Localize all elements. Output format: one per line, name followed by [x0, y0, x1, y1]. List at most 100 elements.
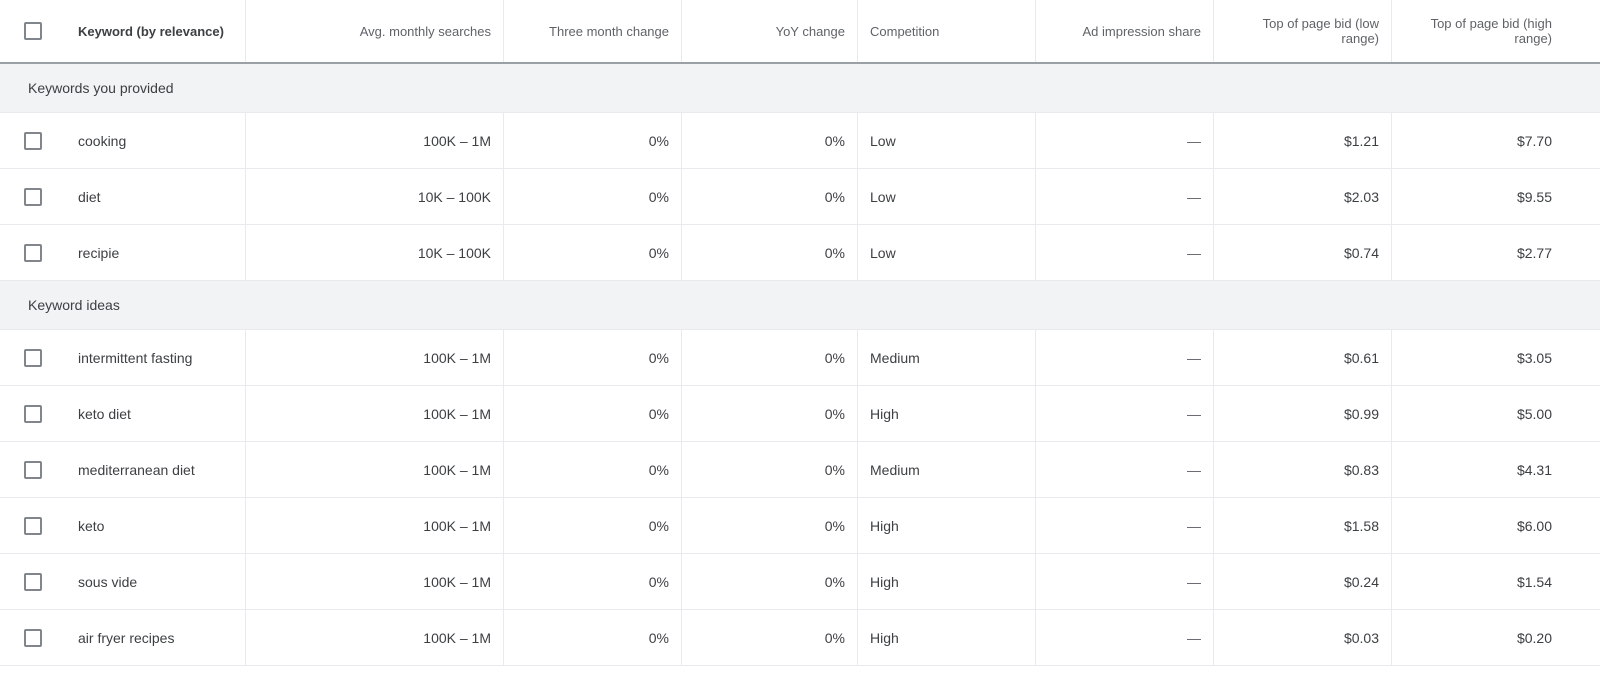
- cell-searches: 100K – 1M: [246, 498, 504, 553]
- cell-keyword: recipie: [66, 225, 246, 280]
- cell-impression: —: [1036, 386, 1214, 441]
- cell-searches: 100K – 1M: [246, 442, 504, 497]
- cell-impression: —: [1036, 610, 1214, 665]
- row-checkbox[interactable]: [24, 573, 42, 591]
- cell-bid-low: $1.58: [1214, 498, 1392, 553]
- select-all-checkbox[interactable]: [24, 22, 42, 40]
- cell-keyword: keto diet: [66, 386, 246, 441]
- column-header-impression[interactable]: Ad impression share: [1036, 0, 1214, 62]
- cell-competition: Low: [858, 113, 1036, 168]
- cell-yoy: 0%: [682, 498, 858, 553]
- column-header-bid-high[interactable]: Top of page bid (high range): [1392, 0, 1564, 62]
- row-checkbox-cell: [0, 386, 66, 441]
- cell-searches: 10K – 100K: [246, 169, 504, 224]
- cell-bid-low: $1.21: [1214, 113, 1392, 168]
- cell-competition: High: [858, 498, 1036, 553]
- table-row: diet10K – 100K0%0%Low—$2.03$9.55: [0, 169, 1600, 225]
- cell-competition: High: [858, 554, 1036, 609]
- cell-competition: Low: [858, 169, 1036, 224]
- cell-bid-low: $0.03: [1214, 610, 1392, 665]
- cell-bid-high: $5.00: [1392, 386, 1564, 441]
- cell-bid-high: $6.00: [1392, 498, 1564, 553]
- table-body: Keywords you providedcooking100K – 1M0%0…: [0, 64, 1600, 666]
- section-header: Keywords you provided: [0, 64, 1600, 113]
- cell-competition: High: [858, 386, 1036, 441]
- cell-bid-low: $0.24: [1214, 554, 1392, 609]
- cell-impression: —: [1036, 442, 1214, 497]
- cell-competition: Medium: [858, 330, 1036, 385]
- cell-yoy: 0%: [682, 554, 858, 609]
- cell-bid-low: $2.03: [1214, 169, 1392, 224]
- table-row: mediterranean diet100K – 1M0%0%Medium—$0…: [0, 442, 1600, 498]
- cell-three-month: 0%: [504, 498, 682, 553]
- row-checkbox-cell: [0, 498, 66, 553]
- table-row: cooking100K – 1M0%0%Low—$1.21$7.70: [0, 113, 1600, 169]
- cell-yoy: 0%: [682, 442, 858, 497]
- table-header-row: Keyword (by relevance) Avg. monthly sear…: [0, 0, 1600, 64]
- cell-bid-high: $7.70: [1392, 113, 1564, 168]
- cell-yoy: 0%: [682, 330, 858, 385]
- cell-bid-high: $4.31: [1392, 442, 1564, 497]
- column-header-searches[interactable]: Avg. monthly searches: [246, 0, 504, 62]
- keyword-table: Keyword (by relevance) Avg. monthly sear…: [0, 0, 1600, 666]
- cell-searches: 100K – 1M: [246, 610, 504, 665]
- cell-three-month: 0%: [504, 169, 682, 224]
- cell-keyword: air fryer recipes: [66, 610, 246, 665]
- row-checkbox-cell: [0, 330, 66, 385]
- cell-bid-low: $0.99: [1214, 386, 1392, 441]
- column-header-bid-low[interactable]: Top of page bid (low range): [1214, 0, 1392, 62]
- cell-three-month: 0%: [504, 386, 682, 441]
- cell-bid-low: $0.74: [1214, 225, 1392, 280]
- cell-searches: 100K – 1M: [246, 113, 504, 168]
- cell-bid-high: $1.54: [1392, 554, 1564, 609]
- cell-searches: 100K – 1M: [246, 330, 504, 385]
- cell-bid-high: $3.05: [1392, 330, 1564, 385]
- column-header-competition[interactable]: Competition: [858, 0, 1036, 62]
- table-row: intermittent fasting100K – 1M0%0%Medium—…: [0, 330, 1600, 386]
- row-checkbox-cell: [0, 554, 66, 609]
- cell-impression: —: [1036, 498, 1214, 553]
- cell-searches: 100K – 1M: [246, 386, 504, 441]
- cell-competition: Medium: [858, 442, 1036, 497]
- row-checkbox-cell: [0, 225, 66, 280]
- row-checkbox-cell: [0, 169, 66, 224]
- row-checkbox[interactable]: [24, 132, 42, 150]
- cell-bid-low: $0.61: [1214, 330, 1392, 385]
- row-checkbox[interactable]: [24, 188, 42, 206]
- row-checkbox-cell: [0, 610, 66, 665]
- cell-three-month: 0%: [504, 113, 682, 168]
- table-row: recipie10K – 100K0%0%Low—$0.74$2.77: [0, 225, 1600, 281]
- row-checkbox[interactable]: [24, 461, 42, 479]
- cell-bid-high: $0.20: [1392, 610, 1564, 665]
- cell-keyword: sous vide: [66, 554, 246, 609]
- row-checkbox[interactable]: [24, 517, 42, 535]
- column-header-keyword[interactable]: Keyword (by relevance): [66, 0, 246, 62]
- row-checkbox[interactable]: [24, 405, 42, 423]
- row-checkbox[interactable]: [24, 244, 42, 262]
- section-header: Keyword ideas: [0, 281, 1600, 330]
- cell-keyword: diet: [66, 169, 246, 224]
- cell-three-month: 0%: [504, 442, 682, 497]
- row-checkbox[interactable]: [24, 629, 42, 647]
- cell-yoy: 0%: [682, 225, 858, 280]
- row-checkbox-cell: [0, 442, 66, 497]
- cell-searches: 100K – 1M: [246, 554, 504, 609]
- column-header-yoy[interactable]: YoY change: [682, 0, 858, 62]
- cell-three-month: 0%: [504, 610, 682, 665]
- cell-yoy: 0%: [682, 610, 858, 665]
- cell-three-month: 0%: [504, 554, 682, 609]
- cell-bid-low: $0.83: [1214, 442, 1392, 497]
- cell-three-month: 0%: [504, 330, 682, 385]
- column-header-three-month[interactable]: Three month change: [504, 0, 682, 62]
- cell-impression: —: [1036, 169, 1214, 224]
- header-checkbox-cell: [0, 0, 66, 62]
- cell-three-month: 0%: [504, 225, 682, 280]
- cell-keyword: intermittent fasting: [66, 330, 246, 385]
- row-checkbox-cell: [0, 113, 66, 168]
- cell-yoy: 0%: [682, 169, 858, 224]
- cell-competition: Low: [858, 225, 1036, 280]
- cell-impression: —: [1036, 554, 1214, 609]
- row-checkbox[interactable]: [24, 349, 42, 367]
- cell-keyword: cooking: [66, 113, 246, 168]
- cell-searches: 10K – 100K: [246, 225, 504, 280]
